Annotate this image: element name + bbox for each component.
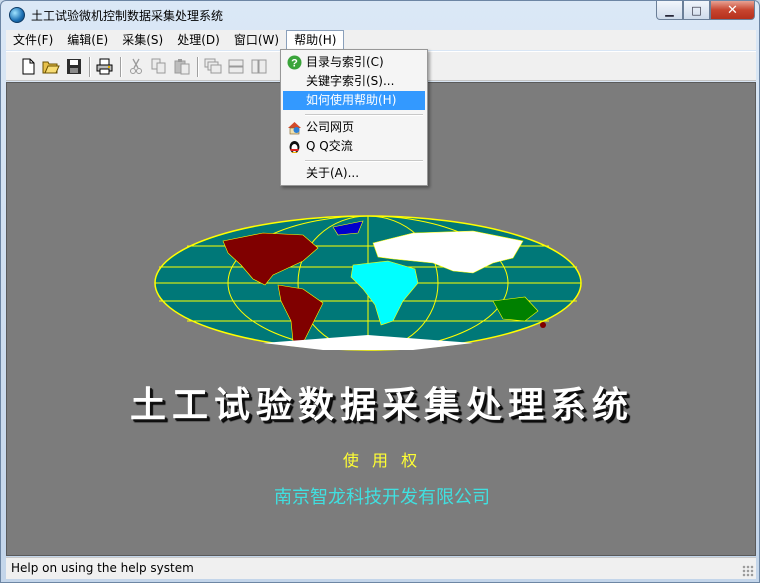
app-globe-icon xyxy=(9,7,25,23)
about-label: 关于(A)... xyxy=(306,166,360,180)
menu-separator xyxy=(305,114,423,116)
menu-file[interactable]: 文件(F) xyxy=(6,30,60,50)
company-name: 南京智龙科技开发有限公司 xyxy=(274,487,490,508)
world-map-logo xyxy=(154,215,582,351)
copy-icon[interactable] xyxy=(150,58,168,75)
license-label: 使 用 权 xyxy=(342,451,422,470)
about-item[interactable]: 关于(A)... xyxy=(283,164,425,183)
menu-separator xyxy=(305,160,423,162)
minimize-icon: ▁ xyxy=(665,3,674,17)
cascade-icon[interactable] xyxy=(204,58,222,75)
help-contents-label: 目录与索引(C) xyxy=(306,55,384,69)
splash-heading: 土工试验数据采集处理系统 xyxy=(129,384,634,426)
svg-text:?: ? xyxy=(291,58,298,70)
home-web-icon xyxy=(287,120,302,135)
minimize-button[interactable]: ▁ xyxy=(656,1,683,20)
menu-process[interactable]: 处理(D) xyxy=(170,30,227,50)
maximize-icon: □ xyxy=(691,3,702,17)
keyword-index-item[interactable]: 关键字索引(S)... xyxy=(283,72,425,91)
toolbar-separator xyxy=(120,57,122,77)
tile-horizontal-icon[interactable] xyxy=(227,58,245,75)
cut-icon[interactable] xyxy=(127,58,145,75)
close-button[interactable]: ✕ xyxy=(710,1,755,20)
window-title: 土工试验微机控制数据采集处理系统 xyxy=(31,9,224,23)
maximize-button[interactable]: □ xyxy=(683,1,710,20)
toolbar-separator xyxy=(89,57,91,77)
caption-buttons: ▁ □ ✕ xyxy=(656,1,755,21)
help-question-icon: ? xyxy=(287,55,302,70)
new-file-icon[interactable] xyxy=(19,58,37,75)
status-text: Help on using the help system xyxy=(11,561,194,575)
qq-chat-item[interactable]: Q Q交流 xyxy=(283,137,425,156)
open-folder-icon[interactable] xyxy=(42,58,60,75)
menu-edit[interactable]: 编辑(E) xyxy=(60,30,115,50)
qq-chat-label: Q Q交流 xyxy=(306,139,353,153)
resize-grip-icon[interactable] xyxy=(742,565,754,577)
close-icon: ✕ xyxy=(727,2,738,18)
toolbar-separator xyxy=(197,57,199,77)
keyword-index-label: 关键字索引(S)... xyxy=(306,74,395,88)
paste-icon[interactable] xyxy=(173,58,191,75)
company-web-label: 公司网页 xyxy=(306,120,355,134)
menu-help[interactable]: 帮助(H) xyxy=(286,30,345,50)
how-to-use-help-item[interactable]: 如何使用帮助(H) xyxy=(283,91,425,110)
menu-window[interactable]: 窗口(W) xyxy=(227,30,286,50)
status-bar: Help on using the help system xyxy=(6,557,756,579)
help-dropdown-menu: ? 目录与索引(C) 关键字索引(S)... 如何使用帮助(H) 公司网页 Q … xyxy=(280,49,428,186)
company-web-item[interactable]: 公司网页 xyxy=(283,118,425,137)
qq-penguin-icon xyxy=(287,139,302,154)
menu-bar: 文件(F) 编辑(E) 采集(S) 处理(D) 窗口(W) 帮助(H) xyxy=(6,30,756,50)
app-window: 土工试验微机控制数据采集处理系统 ▁ □ ✕ 文件(F) 编辑(E) 采集(S)… xyxy=(0,0,760,583)
save-disk-icon[interactable] xyxy=(65,58,83,75)
print-icon[interactable] xyxy=(96,58,114,75)
tile-vertical-icon[interactable] xyxy=(250,58,268,75)
title-bar[interactable]: 土工试验微机控制数据采集处理系统 ▁ □ ✕ xyxy=(1,1,759,29)
help-contents-item[interactable]: ? 目录与索引(C) xyxy=(283,53,425,72)
menu-acquire[interactable]: 采集(S) xyxy=(115,30,170,50)
how-to-use-help-label: 如何使用帮助(H) xyxy=(306,93,397,107)
